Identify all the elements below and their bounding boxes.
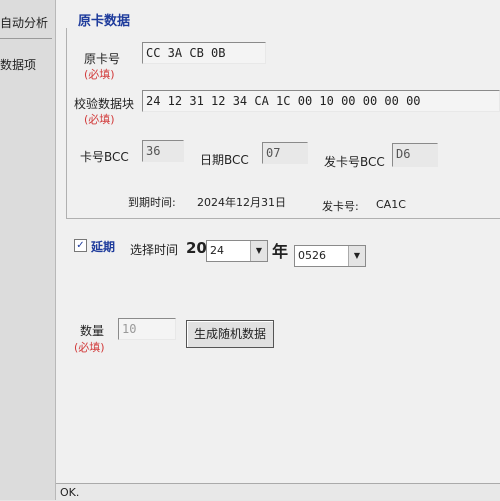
issuer-number-value: CA1C [376, 198, 406, 211]
year-suffix: 年 [272, 242, 289, 261]
status-bar: OK. [56, 483, 500, 500]
issuer-bcc-label: 发卡号BCC [324, 155, 385, 169]
card-number-label: 原卡号 [84, 52, 121, 66]
check-block-label: 校验数据块 [74, 97, 135, 111]
extend-label: 延期 [91, 240, 116, 254]
extend-checkbox[interactable]: ✓ [74, 239, 87, 252]
generate-random-data-button[interactable]: 生成随机数据 [186, 320, 274, 348]
issuer-number-label: 发卡号: [322, 200, 359, 213]
quantity-label: 数量 [80, 324, 105, 338]
year-prefix: 20 [186, 239, 207, 257]
original-card-group-title: 原卡数据 [74, 10, 135, 29]
card-number-required: (必填) [84, 68, 115, 81]
left-pane [0, 0, 56, 500]
check-block-required: (必填) [84, 113, 115, 126]
expiry-label: 到期时间: [128, 196, 176, 209]
data-item-node[interactable]: 数据项 [0, 56, 52, 73]
issuer-bcc-field[interactable]: D6 [392, 143, 438, 167]
auto-analysis-tab[interactable]: 自动分析 [0, 8, 52, 39]
year-select-value: 24 [210, 244, 224, 257]
card-number-field[interactable]: CC 3A CB 0B [142, 42, 266, 64]
date-bcc-label: 日期BCC [200, 153, 249, 167]
date-bcc-field[interactable]: 07 [262, 142, 308, 164]
quantity-input[interactable]: 10 [118, 318, 176, 340]
year-select[interactable]: 24 ▼ [206, 240, 268, 262]
date-select-value: 0526 [298, 249, 326, 262]
quantity-required: (必填) [74, 341, 105, 354]
chevron-down-icon: ▼ [348, 246, 365, 266]
card-bcc-label: 卡号BCC [80, 150, 129, 164]
select-time-label: 选择时间 [130, 243, 179, 257]
date-select[interactable]: 0526 ▼ [294, 245, 366, 267]
check-block-field[interactable]: 24 12 31 12 34 CA 1C 00 10 00 00 00 00 [142, 90, 500, 112]
card-bcc-field[interactable]: 36 [142, 140, 184, 162]
chevron-down-icon: ▼ [250, 241, 267, 261]
expiry-value: 2024年12月31日 [197, 196, 286, 209]
original-card-groupbox [66, 28, 500, 219]
